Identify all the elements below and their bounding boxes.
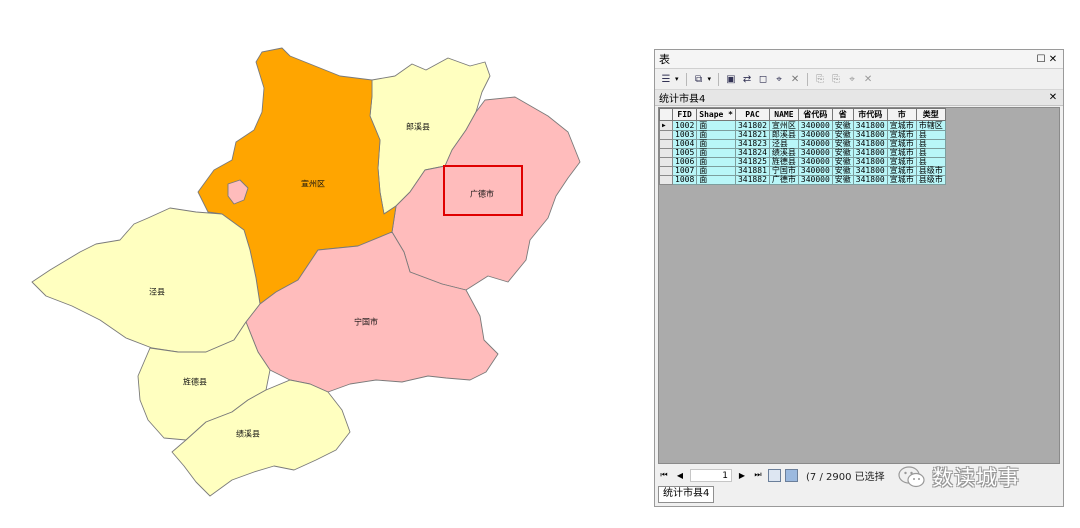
cell[interactable]: 1008 (671, 175, 698, 185)
row-selector[interactable] (659, 139, 673, 149)
cell[interactable]: 面 (696, 175, 736, 185)
column-header[interactable]: 省代码 (797, 108, 833, 121)
cell[interactable]: 宣城市 (886, 120, 917, 131)
selection-status: (7 / 2900 已选择 (806, 471, 885, 483)
delete-selected-icon[interactable]: ✕ (788, 72, 802, 86)
window-title: 表 (659, 53, 670, 66)
row-selector[interactable] (659, 157, 673, 167)
row-selector[interactable] (659, 175, 673, 185)
table-toolbar: ☰ ▾ ⧉ ▾ ▣ ⇄ ◻ ⌖ ✕ ⎘ ⎘ ⌖ ✕ (655, 69, 1063, 90)
toolbar-separator (685, 72, 687, 86)
switch-selection-icon[interactable]: ⇄ (740, 72, 754, 86)
column-header[interactable]: PAC (734, 108, 770, 121)
last-record-icon[interactable]: ⏭ (752, 470, 764, 480)
row-selector[interactable] (659, 148, 673, 158)
cell[interactable]: 安徽 (831, 175, 854, 185)
cell[interactable]: 安徽 (831, 120, 854, 131)
row-selector[interactable] (659, 130, 673, 140)
paste-icon: ⎘ (832, 73, 841, 85)
label-xuanzhou: 宣州区 (301, 179, 325, 189)
header-row: FID Shape * PAC NAME 省代码 省 市代码 市 类型 (659, 108, 946, 121)
edit-icon: ⌖ (849, 73, 855, 85)
cell[interactable]: 市辖区 (915, 120, 946, 131)
first-record-icon[interactable]: ⏮ (658, 470, 670, 480)
cell[interactable]: 341800 (852, 175, 888, 185)
table-row[interactable]: ▶ 1002 面 341802 宣州区 340000 安徽 341800 宣城市… (659, 120, 946, 131)
table-row[interactable]: 1008 面 341882 广德市 340000 安徽 341800 宣城市 县… (659, 175, 946, 185)
map-view[interactable]: 宣州区 郎溪县 广德市 泾县 宁国市 旌德县 绩溪县 (0, 0, 640, 528)
label-jingxian: 泾县 (149, 287, 165, 297)
table-tab-header[interactable]: 统计市县4 ✕ (655, 90, 1063, 106)
cell[interactable]: 341800 (852, 120, 888, 131)
cell[interactable]: 341882 (734, 175, 770, 185)
label-ningguo: 宁国市 (354, 317, 378, 327)
cell[interactable]: 1002 (671, 120, 698, 131)
record-number-input[interactable]: 1 (690, 468, 732, 482)
label-jixi: 绩溪县 (236, 429, 260, 439)
show-selected-records-icon[interactable] (785, 468, 798, 482)
previous-record-icon[interactable]: ◀ (674, 471, 686, 480)
map-canvas (31, 47, 581, 497)
label-guangde: 广德市 (470, 189, 494, 199)
cell[interactable]: 340000 (797, 120, 833, 131)
wechat-icon (898, 466, 925, 488)
table-options-icon[interactable]: ☰ (659, 72, 673, 86)
delete-icon: ✕ (863, 73, 873, 85)
row-selector[interactable]: ▶ (659, 120, 673, 131)
cell[interactable]: 面 (696, 120, 736, 131)
show-all-records-icon[interactable] (768, 468, 781, 482)
column-header[interactable]: 省 (831, 108, 854, 121)
toolbar-separator (718, 72, 720, 86)
copy-icon: ⎘ (816, 73, 825, 85)
cell[interactable]: 341802 (734, 120, 770, 131)
window-titlebar[interactable]: 表 ☐ ✕ (655, 50, 1063, 69)
row-selector[interactable] (659, 166, 673, 176)
attribute-table: FID Shape * PAC NAME 省代码 省 市代码 市 类型 ▶ 10… (659, 108, 946, 185)
current-row-icon: ▶ (662, 122, 666, 129)
selector-header (659, 108, 673, 121)
select-by-attributes-icon[interactable]: ▣ (724, 72, 738, 86)
table-window: 表 ☐ ✕ ☰ ▾ ⧉ ▾ ▣ ⇄ ◻ ⌖ ✕ ⎘ ⎘ ⌖ ✕ 统计市县4 ✕ … (654, 49, 1064, 507)
close-icon[interactable]: ✕ (1047, 54, 1059, 65)
zoom-to-selected-icon[interactable]: ⌖ (772, 72, 786, 86)
label-langxi: 郎溪县 (406, 122, 430, 132)
table-tab-title: 统计市县4 (659, 94, 706, 105)
column-header[interactable]: NAME (768, 108, 799, 121)
label-jingde: 旌德县 (183, 377, 207, 387)
column-header[interactable]: Shape * (696, 108, 736, 121)
column-header[interactable]: 市 (886, 108, 917, 121)
related-tables-icon[interactable]: ⧉ (692, 72, 706, 86)
watermark: 数读城事 (898, 462, 1020, 492)
cell[interactable]: 340000 (797, 175, 833, 185)
watermark-text: 数读城事 (932, 466, 1020, 490)
column-header[interactable]: 类型 (915, 108, 946, 121)
toolbar-separator (807, 72, 809, 86)
cell[interactable]: 宣州区 (768, 120, 799, 131)
restore-icon[interactable]: ☐ (1035, 54, 1047, 65)
tab-table[interactable]: 统计市县4 (658, 486, 715, 503)
column-header[interactable]: FID (671, 108, 698, 121)
related-tables-dropdown-icon[interactable]: ▾ (708, 75, 712, 83)
cell[interactable]: 县级市 (915, 175, 946, 185)
next-record-icon[interactable]: ▶ (736, 471, 748, 480)
cell[interactable]: 宣城市 (886, 175, 917, 185)
region-jingxian[interactable] (31, 207, 261, 353)
attribute-grid[interactable]: FID Shape * PAC NAME 省代码 省 市代码 市 类型 ▶ 10… (658, 107, 1060, 464)
table-options-dropdown-icon[interactable]: ▾ (675, 75, 679, 83)
cell[interactable]: 广德市 (768, 175, 799, 185)
tab-close-icon[interactable]: ✕ (1047, 92, 1059, 103)
column-header[interactable]: 市代码 (852, 108, 888, 121)
clear-selection-icon[interactable]: ◻ (756, 72, 770, 86)
